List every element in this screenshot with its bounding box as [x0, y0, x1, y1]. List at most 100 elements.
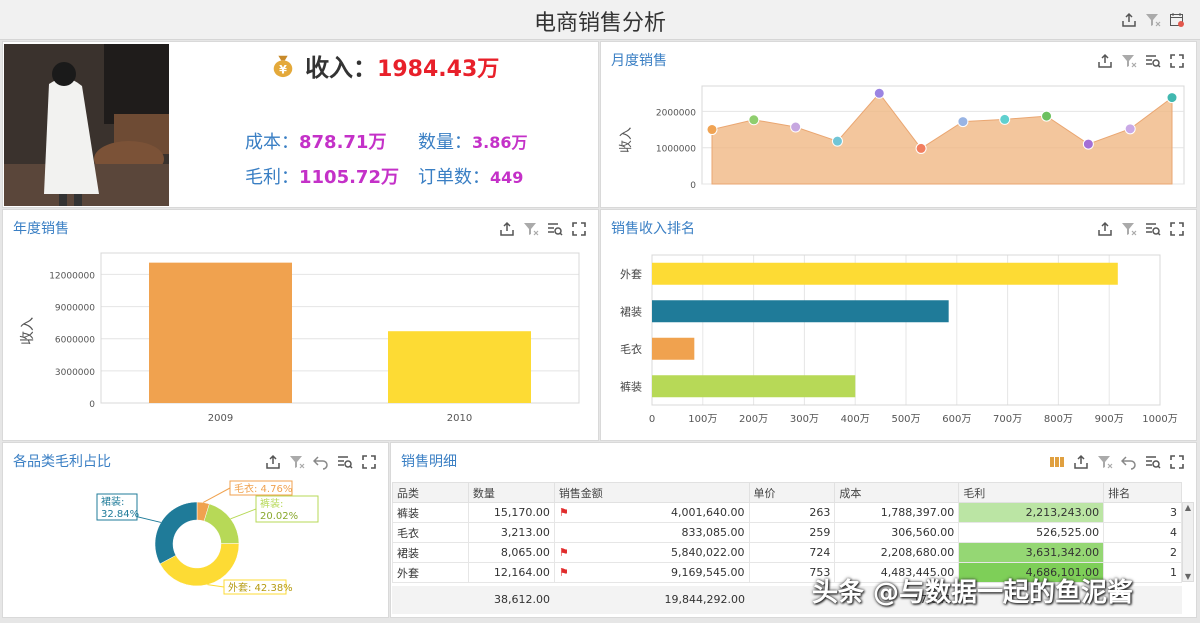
export-icon[interactable]	[1096, 52, 1114, 70]
column-header[interactable]: 成本	[834, 482, 960, 503]
cell-text: 259	[809, 526, 831, 539]
table-row[interactable]: 裙装 8,065.00 ⚑ 5,840,022.00 724 2,208,680.00 3,…	[392, 542, 1182, 563]
chart-switch-icon[interactable]	[336, 453, 354, 471]
detail-toolbar	[1048, 453, 1186, 471]
chart-switch-icon[interactable]	[546, 220, 564, 238]
cell-text: 裤装	[397, 506, 419, 520]
ranking-bar-chart: 0 100万 200万 300万 400万 500万 600万 700万 800万 900万 100…	[620, 254, 1178, 425]
monthly-toolbar	[1096, 52, 1186, 70]
chart-switch-icon[interactable]	[1144, 453, 1162, 471]
x-tick-label: 900万	[1095, 414, 1124, 425]
export-icon[interactable]	[1072, 453, 1090, 471]
label-leader-line	[230, 508, 257, 520]
share-title: 各品类毛利占比	[13, 454, 111, 470]
ranking-toolbar	[1096, 220, 1186, 238]
table-cell: 3	[1103, 502, 1182, 523]
dashboard: 电商销售分析 ¥ 收入：1984.43万 成本：878.71万 数量：3.86万…	[0, 0, 1200, 623]
cell-text: 3,213.00	[500, 526, 550, 539]
export-icon[interactable]	[498, 220, 516, 238]
qty-kpi: 数量：3.86万	[418, 128, 527, 154]
table-cell: 4	[1103, 522, 1182, 543]
y-tick-label: 0	[89, 400, 95, 410]
y-tick-label: 毛衣	[620, 342, 642, 356]
page-title: 电商销售分析	[533, 11, 666, 36]
chart-switch-icon[interactable]	[1144, 220, 1162, 238]
filter-clear-icon[interactable]	[288, 453, 306, 471]
slice-label: 20.02%	[260, 511, 298, 522]
column-header[interactable]: 排名	[1103, 482, 1182, 503]
monthly-area-chart: 0 1000000 2000000 收入	[619, 85, 1185, 191]
cell-text: 2	[1170, 546, 1177, 559]
filter-clear-icon[interactable]	[1096, 453, 1114, 471]
table-cell: 2	[1103, 542, 1182, 563]
filter-clear-icon[interactable]	[1120, 52, 1138, 70]
cell-text: 724	[809, 546, 831, 559]
table-header-row: 品类 数量 销售金额 单价 成本 毛利 排名	[392, 482, 1182, 503]
table-row[interactable]: 毛衣 3,213.00 833,085.00 259 306,560.00 526,525…	[392, 522, 1182, 543]
table-cell: 2,208,680.00	[834, 542, 960, 563]
fullscreen-icon[interactable]	[1168, 220, 1186, 238]
x-tick-label: 500万	[891, 414, 920, 425]
columns-icon[interactable]	[1048, 453, 1066, 471]
filter-clear-icon[interactable]	[1120, 220, 1138, 238]
share-toolbar	[264, 453, 378, 471]
orders-kpi: 订单数：449	[418, 163, 523, 189]
fullscreen-icon[interactable]	[570, 220, 588, 238]
calendar-icon[interactable]	[1168, 11, 1186, 29]
data-point	[915, 142, 927, 154]
cell-text: 306,560.00	[891, 526, 955, 539]
undo-icon[interactable]	[1120, 453, 1138, 471]
fullscreen-icon[interactable]	[1168, 453, 1186, 471]
fullscreen-icon[interactable]	[360, 453, 378, 471]
column-header[interactable]: 品类	[392, 482, 469, 503]
flag-icon: ⚑	[558, 566, 569, 579]
total-qty: 38,612.00	[494, 593, 550, 606]
area-series	[711, 92, 1173, 185]
y-axis-label: 收入	[619, 127, 634, 153]
money-bag-icon: ¥	[269, 52, 297, 80]
cell-text: 2,213,243.00	[1025, 506, 1100, 519]
total-sales: 19,844,292.00	[664, 593, 745, 606]
data-point	[790, 121, 802, 133]
ranking-title: 销售收入排名	[611, 221, 695, 237]
detail-title: 销售明细	[401, 454, 457, 470]
cost-kpi: 成本：878.71万	[245, 128, 386, 154]
data-point	[873, 87, 885, 99]
table-row[interactable]: 裤装 15,170.00 ⚑ 4,001,640.00 263 1,788,397.00 2…	[392, 502, 1182, 523]
export-icon[interactable]	[264, 453, 282, 471]
y-tick-label: 0	[690, 181, 696, 191]
export-icon[interactable]	[1120, 11, 1138, 29]
filter-clear-icon[interactable]	[1144, 11, 1162, 29]
column-header[interactable]: 数量	[467, 482, 555, 503]
y-tick-label: 6000000	[55, 336, 95, 346]
export-icon[interactable]	[1096, 220, 1114, 238]
table-cell: 3,631,342.00	[958, 542, 1105, 563]
orders-label: 订单数：	[418, 167, 490, 188]
watermark-text: 头条 @与数据一起的鱼泥酱	[812, 578, 1134, 608]
chart-switch-icon[interactable]	[1144, 52, 1162, 70]
fullscreen-icon[interactable]	[1168, 52, 1186, 70]
table-cell: 2,213,243.00	[958, 502, 1105, 523]
y-tick-label: 裙装	[620, 305, 642, 318]
bar	[652, 337, 695, 360]
filter-clear-icon[interactable]	[522, 220, 540, 238]
undo-icon[interactable]	[312, 453, 330, 471]
product-photo	[4, 44, 169, 206]
cell-text: 外套	[397, 566, 419, 580]
qty-label: 数量：	[418, 132, 472, 153]
column-header[interactable]: 毛利	[958, 482, 1105, 503]
column-header[interactable]: 单价	[748, 482, 836, 503]
x-tick-label: 300万	[790, 414, 819, 425]
table-scrollbar[interactable]: ▲ ▼	[1182, 502, 1194, 582]
bar	[652, 262, 1118, 285]
cell-text: 2,208,680.00	[880, 546, 955, 559]
cell-text: 毛衣	[397, 526, 419, 540]
y-tick-label: 3000000	[55, 368, 95, 378]
label-leader-line	[203, 487, 231, 503]
table-cell: 8,065.00	[467, 542, 555, 563]
data-point	[1166, 92, 1178, 104]
slice-label: 32.84%	[101, 509, 139, 520]
column-header[interactable]: 销售金额	[553, 482, 750, 503]
cell-text: 4	[1170, 526, 1177, 539]
x-tick-label: 2009	[208, 413, 233, 424]
